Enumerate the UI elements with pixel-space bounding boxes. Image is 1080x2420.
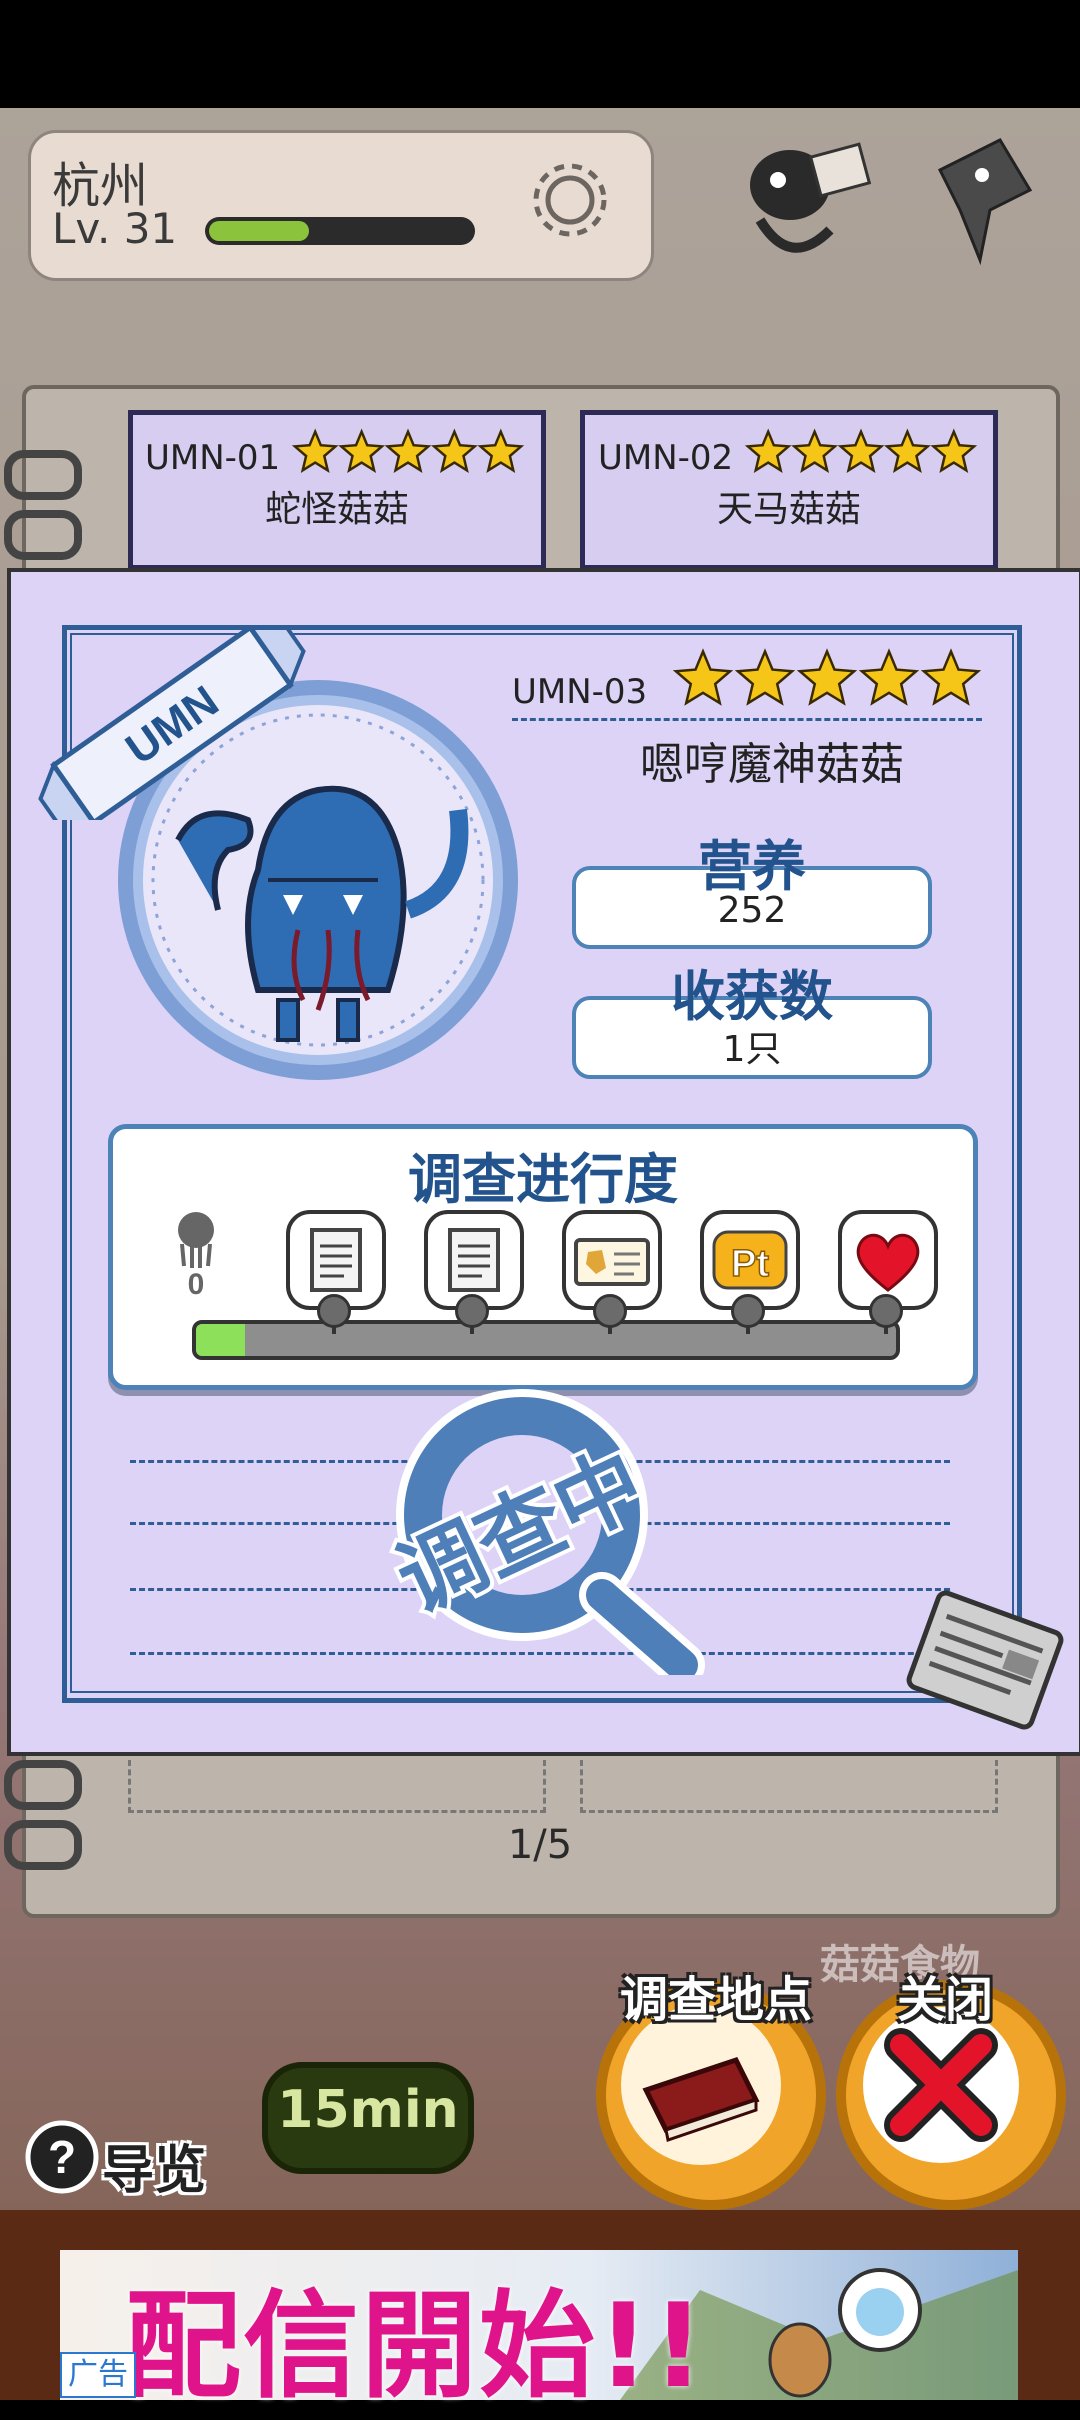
star-icon <box>884 428 931 473</box>
star-icon <box>930 428 978 473</box>
nutrition-value: 252 <box>717 890 787 931</box>
guide-label: 导览 <box>102 2141 207 2201</box>
milestone-pin <box>731 1294 765 1328</box>
star-icon <box>858 648 920 706</box>
card-id: UMN-01 <box>145 438 281 478</box>
mushroom-id: UMN-03 <box>512 672 648 712</box>
star-icon <box>791 428 838 473</box>
mushroom-count-icon: 0 <box>172 1208 220 1301</box>
card-stars <box>744 428 978 482</box>
helper-character-icon[interactable] <box>720 130 890 270</box>
survey-location-label: 调查地点 <box>619 1972 812 2028</box>
page-indicator: 1/5 <box>507 1822 573 1868</box>
divider <box>512 718 982 721</box>
research-progress-fill <box>196 1324 245 1356</box>
star-icon <box>837 428 885 473</box>
card-name: 蛇怪菇菇 <box>264 489 409 530</box>
svg-text:?: ? <box>48 2131 76 2183</box>
close-label: 关闭 <box>896 1972 993 2028</box>
card-name: 天马菇菇 <box>716 489 861 530</box>
newspaper-icon[interactable] <box>900 1580 1070 1740</box>
star-icon <box>291 428 339 473</box>
star-icon <box>672 648 734 706</box>
book-ring <box>4 1760 82 1810</box>
harvest-count-value: 1只 <box>722 1029 782 1070</box>
svg-text:Pt: Pt <box>731 1243 769 1285</box>
xp-bar-fill <box>209 221 309 241</box>
star-icon <box>384 428 432 473</box>
svg-text:0: 0 <box>188 1268 205 1298</box>
xp-bar <box>205 217 475 245</box>
star-icon <box>338 428 385 473</box>
player-level: Lv. 31 <box>52 204 178 253</box>
star-icon <box>796 648 858 706</box>
card-stars <box>291 428 525 482</box>
investigating-stamp-icon: 调查中 <box>352 1385 732 1688</box>
star-icon <box>734 648 796 706</box>
star-icon <box>920 648 982 706</box>
milestone-pin <box>455 1294 489 1328</box>
book-ring <box>4 450 82 500</box>
bird-character-icon[interactable] <box>920 130 1050 270</box>
star-icon <box>477 428 525 473</box>
ad-tag: 广告 <box>60 2352 136 2398</box>
category-ribbon: UMN <box>12 624 332 826</box>
star-icon <box>744 428 792 473</box>
milestone-pin <box>593 1294 627 1328</box>
milestone-pin <box>317 1294 351 1328</box>
empty-card-slot <box>128 1760 546 1813</box>
mushroom-name: 嗯哼魔神菇菇 <box>640 739 904 790</box>
card-id: UMN-02 <box>598 438 734 478</box>
empty-card-slot <box>580 1760 998 1813</box>
book-ring <box>4 510 82 560</box>
mushroom-rarity-stars <box>672 645 982 715</box>
research-progress-bar <box>192 1320 900 1360</box>
timer-text: 15min <box>277 2080 459 2140</box>
ad-headline: 配信開始!! <box>125 2279 707 2414</box>
star-icon <box>431 428 478 473</box>
settings-gear-icon[interactable] <box>520 150 620 250</box>
milestone-pin <box>869 1294 903 1328</box>
research-progress-title: 调查进行度 <box>408 1148 678 1211</box>
